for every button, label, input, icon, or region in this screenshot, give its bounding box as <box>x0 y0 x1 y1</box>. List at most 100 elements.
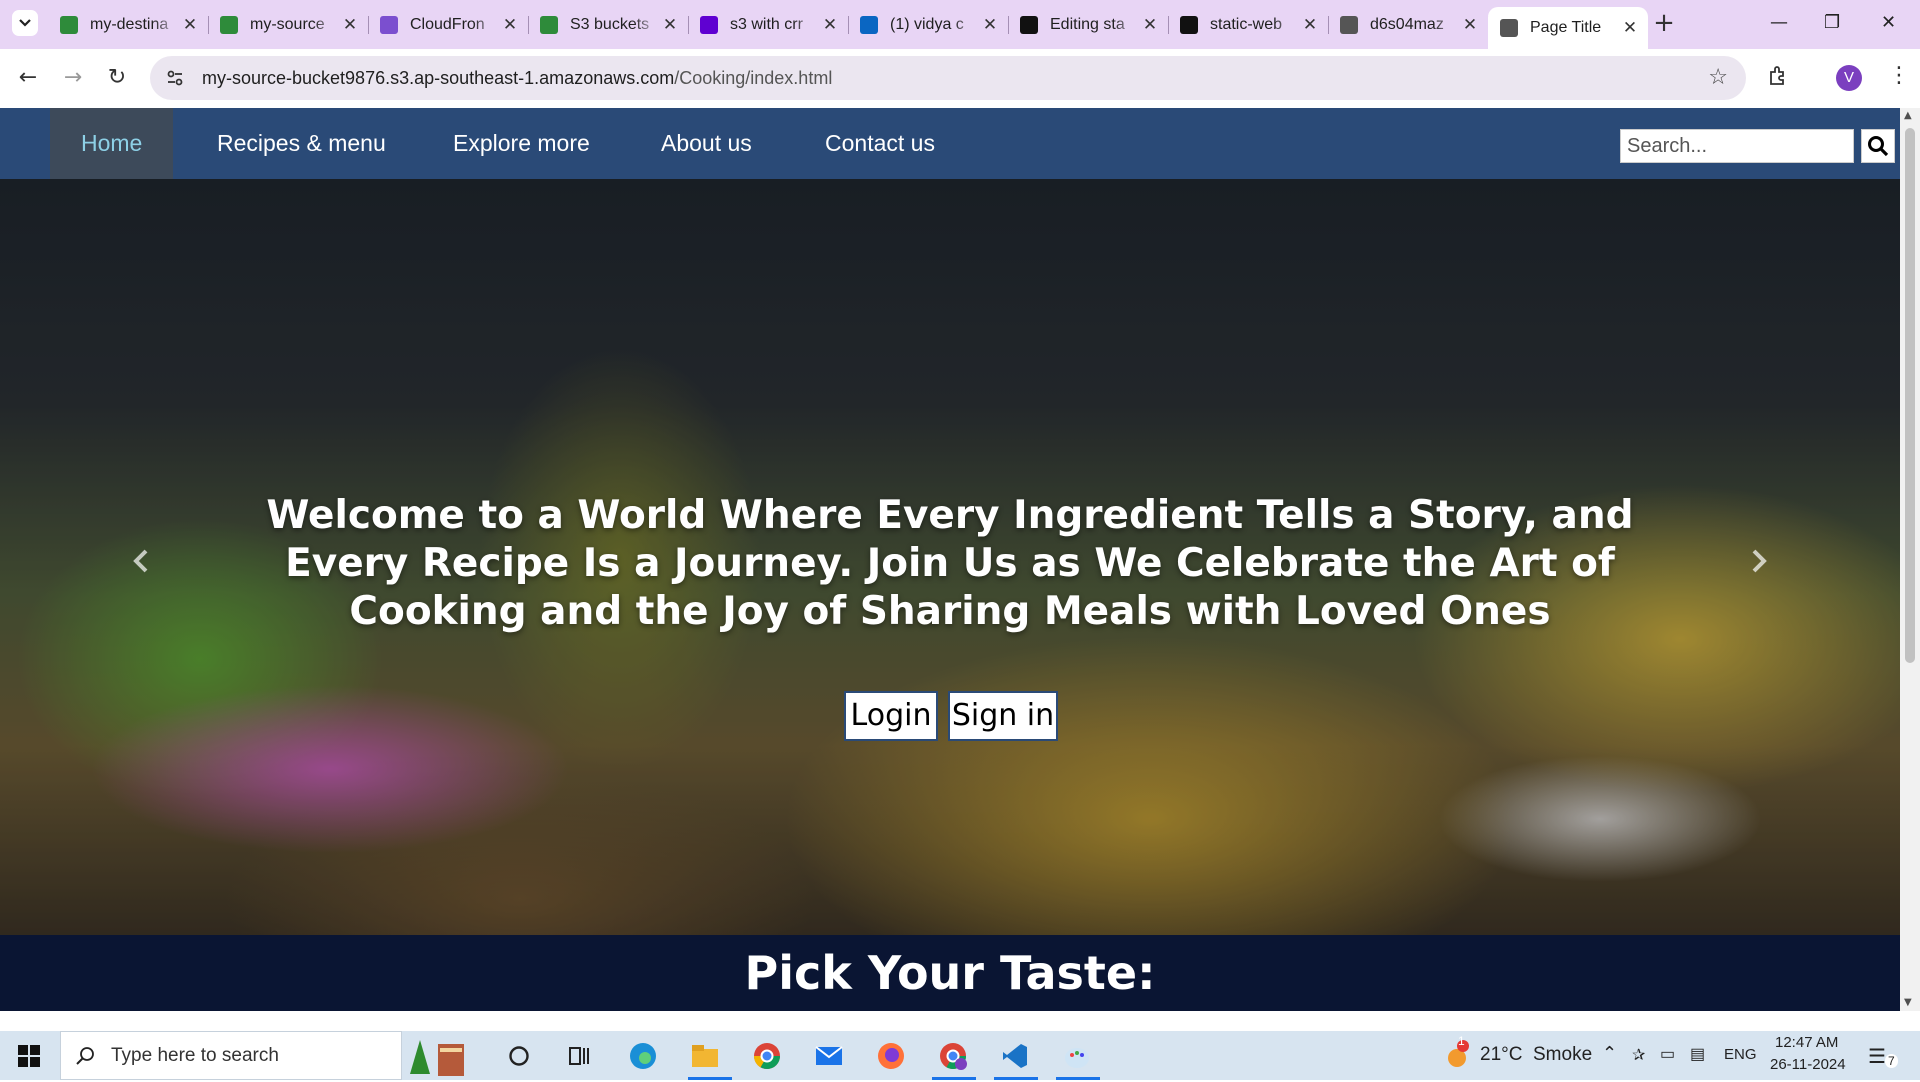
paint-icon[interactable] <box>1060 1039 1094 1073</box>
reload-button[interactable]: ↻ <box>103 65 131 90</box>
firefox-icon[interactable] <box>874 1039 908 1073</box>
weather-badge: 1 <box>1458 1034 1465 1048</box>
taskbar-search-placeholder: Type here to search <box>111 1044 279 1066</box>
chrome-profile-icon[interactable] <box>936 1039 970 1073</box>
vscode-icon[interactable] <box>998 1039 1032 1073</box>
browser-tab[interactable]: S3 buckets ✕ <box>528 8 689 41</box>
search-icon <box>1868 136 1889 157</box>
browser-tab[interactable]: Editing sta ✕ <box>1008 8 1169 41</box>
tab-close-icon[interactable]: ✕ <box>500 15 520 35</box>
nav-item-explore-more[interactable]: Explore more <box>422 108 621 179</box>
tab-title: (1) vidya c <box>890 15 964 33</box>
cortana-icon[interactable] <box>502 1039 536 1073</box>
url-host: my-source-bucket9876.s3.ap-southeast-1.a… <box>202 67 675 88</box>
tab-close-icon[interactable]: ✕ <box>1620 18 1640 38</box>
url-text: my-source-bucket9876.s3.ap-southeast-1.a… <box>202 68 832 89</box>
browser-tab[interactable]: my-source ✕ <box>208 8 369 41</box>
tab-close-icon[interactable]: ✕ <box>660 15 680 35</box>
nav-item-contact-us[interactable]: Contact us <box>794 108 966 179</box>
browser-tab[interactable]: s3 with crr ✕ <box>688 8 849 41</box>
forward-button[interactable]: → <box>59 65 87 90</box>
tab-close-icon[interactable]: ✕ <box>180 15 200 35</box>
url-path: /Cooking/index.html <box>674 67 833 88</box>
tab-close-icon[interactable]: ✕ <box>1140 15 1160 35</box>
browser-tab[interactable]: Page Title ✕ <box>1488 7 1648 49</box>
tab-title: CloudFron <box>410 15 485 33</box>
taskbar-search-box[interactable]: Type here to search <box>60 1031 464 1080</box>
hero-carousel: Welcome to a World Where Every Ingredien… <box>0 179 1900 935</box>
browser-tab[interactable]: d6s04maz ✕ <box>1328 8 1489 41</box>
battery-icon[interactable]: ▭ <box>1660 1044 1675 1064</box>
close-window-button[interactable]: ✕ <box>1881 12 1896 33</box>
tab-title: s3 with crr <box>730 15 803 33</box>
browser-tab[interactable]: (1) vidya c ✕ <box>848 8 1009 41</box>
github-icon <box>1180 15 1198 34</box>
scroll-down-arrow[interactable]: ▼ <box>1904 997 1912 1008</box>
github-icon <box>1020 15 1038 34</box>
site-search-input[interactable]: Search... <box>1620 129 1854 163</box>
s3-icon <box>540 15 558 34</box>
carousel-prev-button[interactable] <box>122 541 162 581</box>
notification-center-icon[interactable]: ☰ <box>1868 1044 1886 1069</box>
back-button[interactable]: ← <box>14 65 42 90</box>
site-search-button[interactable] <box>1861 129 1895 163</box>
christmas-tree-icon <box>406 1038 466 1082</box>
chrome-icon[interactable] <box>750 1039 784 1073</box>
signin-button[interactable]: Sign in <box>948 691 1058 741</box>
site-info-icon[interactable] <box>164 67 186 89</box>
mail-icon[interactable] <box>812 1039 846 1073</box>
cloudfront-icon <box>380 15 398 34</box>
network-icon[interactable]: ✰ <box>1632 1045 1645 1065</box>
tab-title: d6s04maz <box>1370 15 1444 33</box>
browser-tab[interactable]: static-web ✕ <box>1168 8 1329 41</box>
profile-avatar[interactable]: V <box>1836 65 1862 91</box>
extensions-icon[interactable] <box>1767 64 1791 92</box>
weather-icon[interactable]: 1 <box>1440 1034 1474 1071</box>
windows-taskbar: Type here to search 1 21°C Smoke ⌃ ✰ ▭ ▤… <box>0 1031 1920 1080</box>
tab-close-icon[interactable]: ✕ <box>1300 15 1320 35</box>
globe-icon <box>1500 19 1518 37</box>
tab-search-button[interactable] <box>12 10 38 36</box>
windows-start-button[interactable] <box>18 1045 40 1071</box>
tab-title: my-destina <box>90 15 169 33</box>
yahoo-icon <box>700 15 718 34</box>
s3-icon <box>220 15 238 34</box>
file-explorer-icon[interactable] <box>688 1039 722 1073</box>
menu-kebab-icon[interactable]: ⋮ <box>1888 63 1910 88</box>
s3-icon <box>60 15 78 34</box>
bookmark-star-icon[interactable]: ☆ <box>1708 65 1728 90</box>
page-viewport: Home Recipes & menu Explore more About us Co… <box>0 108 1900 1011</box>
scrollbar-thumb[interactable] <box>1905 128 1915 663</box>
browser-tab[interactable]: CloudFron ✕ <box>368 8 529 41</box>
language-indicator[interactable]: ENG <box>1724 1046 1757 1063</box>
scroll-up-arrow[interactable]: ▲ <box>1904 110 1912 121</box>
minimize-button[interactable]: — <box>1770 12 1788 33</box>
browser-tab-strip: my-destina ✕ my-source ✕ CloudFron ✕ S3 bucket… <box>0 0 1920 49</box>
tab-title: Page Title <box>1530 19 1602 36</box>
chevron-right-icon <box>1752 549 1767 573</box>
tab-close-icon[interactable]: ✕ <box>820 15 840 35</box>
new-tab-button[interactable]: + <box>1651 10 1677 36</box>
tab-close-icon[interactable]: ✕ <box>340 15 360 35</box>
browser-tab[interactable]: my-destina ✕ <box>48 8 209 41</box>
nav-item-recipes-menu[interactable]: Recipes & menu <box>186 108 417 179</box>
nav-item-about-us[interactable]: About us <box>630 108 783 179</box>
volume-icon[interactable]: ▤ <box>1690 1044 1705 1064</box>
task-view-icon[interactable] <box>562 1039 596 1073</box>
clock-time[interactable]: 12:47 AM <box>1775 1034 1838 1051</box>
chevron-left-icon <box>133 549 148 573</box>
carousel-next-button[interactable] <box>1738 541 1778 581</box>
windows-logo-icon <box>18 1045 40 1067</box>
address-bar[interactable]: my-source-bucket9876.s3.ap-southeast-1.a… <box>150 56 1746 100</box>
restore-button[interactable]: ❐ <box>1824 12 1840 33</box>
edge-icon[interactable] <box>626 1039 660 1073</box>
login-button[interactable]: Login <box>844 691 938 741</box>
nav-item-home[interactable]: Home <box>50 108 174 179</box>
tab-close-icon[interactable]: ✕ <box>1460 15 1480 35</box>
tray-overflow-chevron-icon[interactable]: ⌃ <box>1602 1043 1617 1064</box>
tab-close-icon[interactable]: ✕ <box>980 15 1000 35</box>
browser-toolbar: ← → ↻ my-source-bucket9876.s3.ap-southea… <box>0 49 1920 108</box>
page-scrollbar[interactable]: ▲ ▼ <box>1900 108 1920 1011</box>
clock-date[interactable]: 26-11-2024 <box>1770 1056 1846 1073</box>
weather-text[interactable]: 21°C Smoke <box>1480 1044 1592 1066</box>
